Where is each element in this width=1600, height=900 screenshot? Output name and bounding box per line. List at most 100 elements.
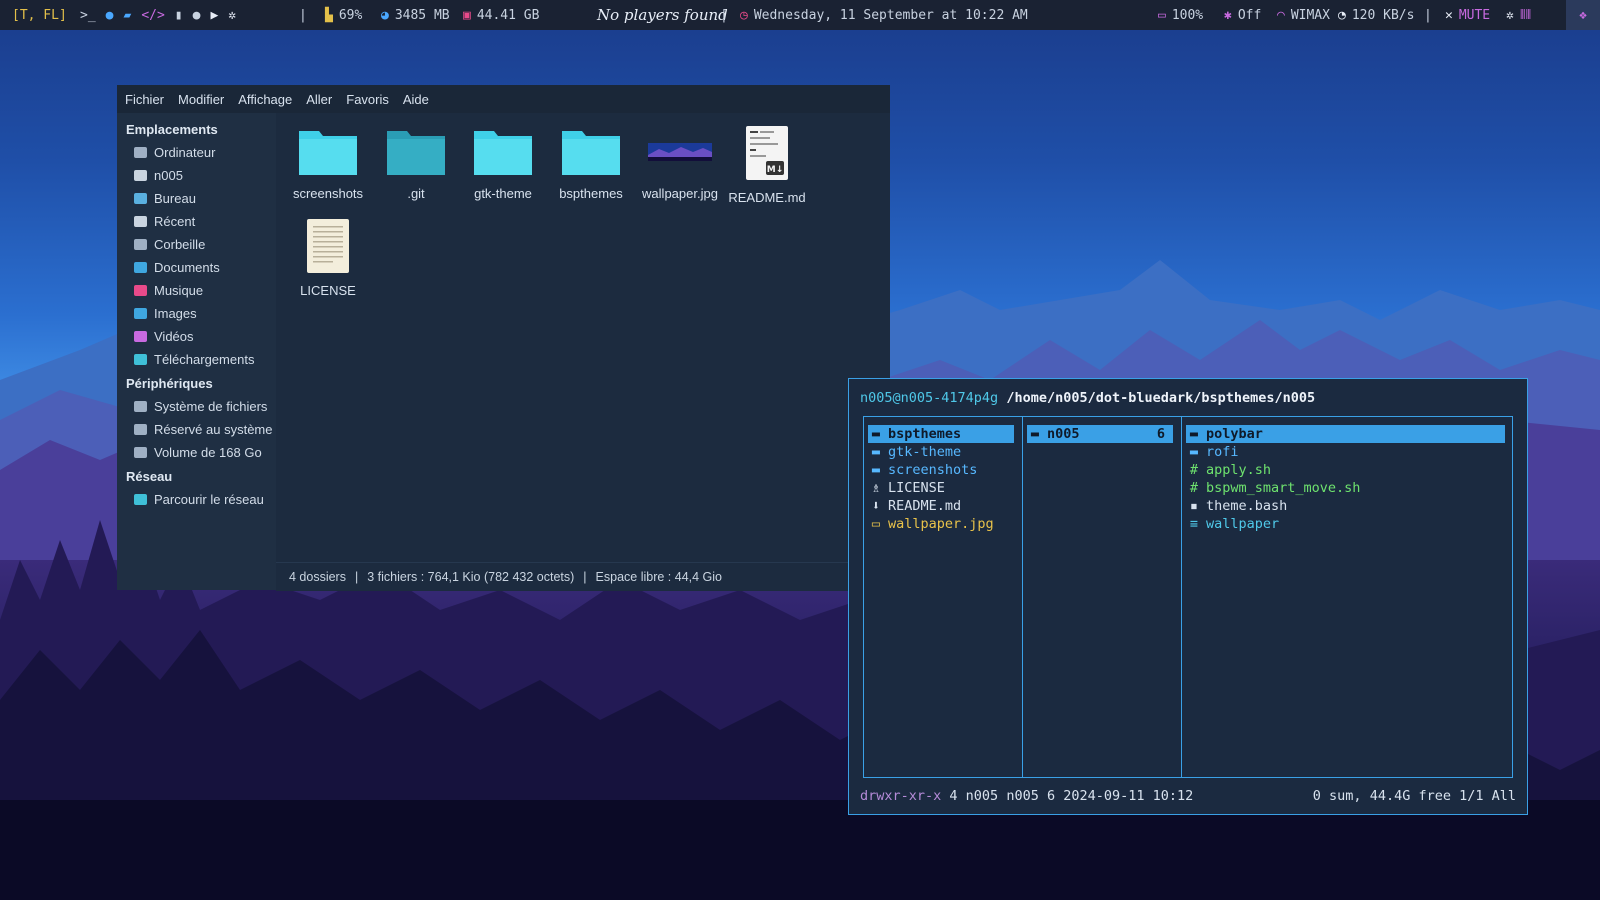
ranger-entry[interactable]: ⬇ README.md	[868, 497, 1014, 515]
file-manager-window: Fichier Modifier Affichage Aller Favoris…	[117, 85, 903, 591]
sidebar-item-parcourir-le-r-seau[interactable]: Parcourir le réseau	[117, 488, 276, 511]
ranger-entry[interactable]: ♗ LICENSE	[868, 479, 1014, 497]
menu-aide[interactable]: Aide	[403, 92, 429, 107]
bluetooth-module[interactable]: ✱ Off	[1224, 0, 1261, 30]
menu-modifier[interactable]: Modifier	[178, 92, 224, 107]
settings-icon[interactable]: ✲	[228, 8, 236, 23]
file-item[interactable]: M↓ README.md	[722, 125, 812, 205]
bluetooth-icon: ✱	[1224, 7, 1232, 23]
sidebar-item-volume-de-168-go[interactable]: Volume de 168 Go	[117, 441, 276, 464]
sidebar-item-label: Vidéos	[154, 329, 194, 344]
place-icon	[134, 494, 147, 505]
sidebar-item-musique[interactable]: Musique	[117, 279, 276, 302]
sidebar-item-t-l-chargements[interactable]: Téléchargements	[117, 348, 276, 371]
ranger-statusbar: drwxr-xr-x 4 n005 n005 6 2024-09-11 10:1…	[860, 788, 1516, 804]
folder-icon: ▬	[871, 462, 881, 478]
folder-icon	[387, 131, 445, 175]
terminal-window[interactable]: n005@n005-4174p4g /home/n005/dot-bluedar…	[848, 378, 1528, 815]
clock-module[interactable]: ◷ Wednesday, 11 September at 10:22 AM	[740, 0, 1028, 30]
sidebar-item-label: Musique	[154, 283, 204, 298]
ranger-entry[interactable]: ▪ theme.bash	[1186, 497, 1505, 515]
sidebar-item-vid-os[interactable]: Vidéos	[117, 325, 276, 348]
sidebar-item-corbeille[interactable]: Corbeille	[117, 233, 276, 256]
ranger-entry[interactable]: # apply.sh	[1186, 461, 1505, 479]
download-icon: ⬇	[871, 498, 881, 514]
entry-name: gtk-theme	[888, 444, 962, 460]
entry-name: wallpaper	[1206, 516, 1280, 532]
ranger-entry[interactable]: # bspwm_smart_move.sh	[1186, 479, 1505, 497]
file-item[interactable]: gtk-theme	[458, 125, 548, 201]
ranger-entry[interactable]: ▬ rofi	[1186, 443, 1505, 461]
file-item[interactable]: .git	[371, 125, 461, 201]
chat-icon[interactable]: ●	[193, 8, 201, 23]
sidebar-item-r-cent[interactable]: Récent	[117, 210, 276, 233]
folder-icon	[299, 131, 357, 175]
separator: |	[1424, 7, 1432, 23]
statusbar: 4 dossiers | 3 fichiers : 764,1 Kio (782…	[276, 562, 903, 591]
place-icon	[134, 170, 147, 181]
place-icon	[134, 447, 147, 458]
file-item[interactable]: LICENSE	[283, 218, 373, 298]
sidebar-item-bureau[interactable]: Bureau	[117, 187, 276, 210]
brightness-bar: ⦀⦀	[1519, 7, 1532, 23]
place-icon	[134, 239, 147, 250]
entry-name: README.md	[888, 498, 962, 514]
code-icon[interactable]: </>	[141, 8, 164, 23]
sidebar-item-documents[interactable]: Documents	[117, 256, 276, 279]
preview-column: ▬ polybar ▬ rofi # apply.sh # bspwm_smart_move.…	[1181, 417, 1513, 777]
file-item[interactable]: bspthemes	[546, 125, 636, 201]
menu-fichier[interactable]: Fichier	[125, 92, 164, 107]
sidebar-item-n005[interactable]: n005	[117, 164, 276, 187]
sidebar-item-label: Ordinateur	[154, 145, 216, 160]
ranger-entry[interactable]: ▬ bspthemes	[868, 425, 1014, 443]
entry-name: polybar	[1206, 426, 1263, 442]
files-icon[interactable]: ▰	[123, 8, 131, 23]
ram-module: ◕ 3485 MB	[381, 7, 450, 23]
sidebar-section-network: Réseau	[126, 468, 173, 484]
firefox-icon[interactable]: ●	[106, 8, 114, 23]
ranger-entry[interactable]: ▬ polybar	[1186, 425, 1505, 443]
sidebar-item-label: n005	[154, 168, 183, 183]
sidebar-section-places: Emplacements	[126, 121, 218, 137]
ranger-entry[interactable]: ≡ wallpaper	[1186, 515, 1505, 533]
ranger-entry[interactable]: ▬ n005 6	[1027, 425, 1173, 443]
menu-aller[interactable]: Aller	[306, 92, 332, 107]
power-icon: ❖	[1579, 7, 1587, 23]
entry-name: bspthemes	[888, 426, 962, 442]
menu-favoris[interactable]: Favoris	[346, 92, 389, 107]
network-module[interactable]: ◠ WIMAX	[1277, 0, 1330, 30]
battery-module: ▭ 100%	[1158, 7, 1204, 23]
ranger-entry[interactable]: ▬ screenshots	[868, 461, 1014, 479]
disk-icon: ▣	[463, 7, 471, 23]
book-icon[interactable]: ▮	[175, 8, 183, 23]
sidebar-item-ordinateur[interactable]: Ordinateur	[117, 141, 276, 164]
workspace-indicator[interactable]: [T, FL]	[12, 0, 67, 30]
sidebar-item-label: Réservé au système	[154, 422, 273, 437]
wifi-icon: ◠	[1277, 7, 1285, 23]
sidebar-item-images[interactable]: Images	[117, 302, 276, 325]
hash-icon: #	[1189, 480, 1199, 496]
sidebar-item-label: Corbeille	[154, 237, 206, 252]
media-player-status[interactable]: No players found	[597, 0, 728, 30]
ranger-entry[interactable]: ▭ wallpaper.jpg	[868, 515, 1014, 533]
battery-icon: ▭	[1158, 7, 1166, 23]
file-item[interactable]: screenshots	[283, 125, 373, 201]
sidebar-item-r-serv-au-syst-me[interactable]: Réservé au système	[117, 418, 276, 441]
youtube-icon[interactable]: ▶	[210, 8, 218, 23]
file-item[interactable]: wallpaper.jpg	[635, 125, 725, 201]
menu-affichage[interactable]: Affichage	[238, 92, 292, 107]
entry-name: bspwm_smart_move.sh	[1206, 480, 1361, 496]
current-column: ▬ n005 6	[1022, 417, 1181, 777]
ranger-entry[interactable]: ▬ gtk-theme	[868, 443, 1014, 461]
brightness-module[interactable]: ✲ ⦀⦀	[1506, 0, 1531, 30]
sidebar-item-label: Bureau	[154, 191, 196, 206]
sidebar-item-label: Images	[154, 306, 197, 321]
place-icon	[134, 193, 147, 204]
volume-module[interactable]: ✕ MUTE	[1445, 0, 1490, 30]
power-menu-button[interactable]: ❖	[1566, 0, 1600, 30]
file-view: screenshots .git gtk-theme bspthemes wal…	[276, 113, 890, 548]
cpu-module: ▙ 69%	[325, 7, 363, 23]
sidebar-item-syst-me-de-fichiers[interactable]: Système de fichiers	[117, 395, 276, 418]
terminal-icon[interactable]: >_	[80, 8, 96, 23]
disk-module: ▣ 44.41 GB	[463, 7, 540, 23]
